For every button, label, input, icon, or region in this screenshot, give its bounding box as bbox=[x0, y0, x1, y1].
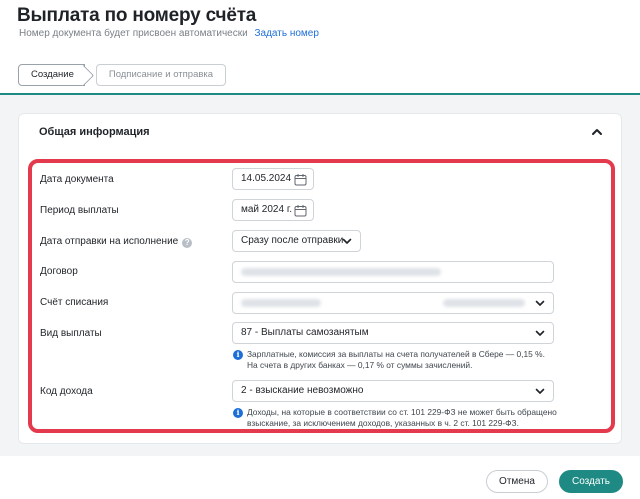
cancel-button[interactable]: Отмена bbox=[486, 470, 548, 493]
chevron-up-icon[interactable] bbox=[591, 127, 603, 137]
subtitle-row: Номер документа будет присвоен автоматич… bbox=[19, 28, 319, 39]
page-header: Выплата по номеру счёта Номер документа … bbox=[0, 0, 640, 95]
subtitle-text: Номер документа будет присвоен автоматич… bbox=[19, 28, 248, 39]
income-code-hint: i Доходы, на которые в соответствии со с… bbox=[233, 407, 557, 429]
create-button[interactable]: Создать bbox=[559, 470, 623, 493]
help-icon[interactable]: ? bbox=[182, 238, 193, 248]
tabs-divider bbox=[0, 93, 640, 95]
payment-period-label: Период выплаты bbox=[40, 205, 119, 216]
debit-account-label: Счёт списания bbox=[40, 297, 109, 308]
document-date-label: Дата документа bbox=[40, 174, 114, 185]
redacted-account-name bbox=[241, 299, 321, 307]
debit-account-select[interactable] bbox=[232, 292, 554, 314]
tab-sign-and-send[interactable]: Подписание и отправка bbox=[95, 64, 227, 86]
calendar-icon[interactable] bbox=[294, 173, 307, 186]
chevron-down-icon bbox=[535, 388, 545, 394]
page-title: Выплата по номеру счёта bbox=[17, 5, 257, 26]
income-code-hint-line2: взыскание, за исключением доходов, указа… bbox=[247, 418, 519, 428]
redacted-account-number bbox=[443, 299, 525, 307]
payment-type-label: Вид выплаты bbox=[40, 328, 102, 339]
payment-period-input[interactable]: май 2024 г. bbox=[232, 199, 314, 221]
send-date-label-text: Дата отправки на исполнение bbox=[40, 236, 179, 247]
tab-create[interactable]: Создание bbox=[18, 64, 85, 86]
income-code-label: Код дохода bbox=[40, 386, 93, 397]
info-icon: i bbox=[233, 408, 243, 418]
contract-input[interactable] bbox=[232, 261, 554, 283]
chevron-down-icon bbox=[535, 330, 545, 336]
payment-type-hint-line2: На счета в других банках — 0,17 % от сум… bbox=[247, 360, 473, 370]
payment-type-value: 87 - Выплаты самозанятым bbox=[241, 327, 369, 338]
send-date-value: Сразу после отправки bbox=[241, 235, 344, 246]
chevron-down-icon bbox=[535, 300, 545, 306]
document-date-value: 14.05.2024 bbox=[241, 173, 292, 184]
payment-type-hint-line1: Зарплатные, комиссия за выплаты на счета… bbox=[247, 349, 545, 359]
income-code-value: 2 - взыскание невозможно bbox=[241, 385, 364, 396]
send-date-select[interactable]: Сразу после отправки bbox=[232, 230, 361, 252]
section-title: Общая информация bbox=[39, 126, 150, 138]
calendar-icon[interactable] bbox=[294, 204, 307, 217]
info-icon: i bbox=[233, 350, 243, 360]
step-tabs: Создание Подписание и отправка bbox=[18, 64, 227, 86]
send-date-label: Дата отправки на исполнение? bbox=[40, 236, 193, 248]
income-code-hint-line1: Доходы, на которые в соответствии со ст.… bbox=[247, 407, 557, 417]
contract-label: Договор bbox=[40, 266, 78, 277]
set-number-link[interactable]: Задать номер bbox=[254, 28, 318, 39]
payment-period-value: май 2024 г. bbox=[241, 204, 293, 215]
document-date-input[interactable]: 14.05.2024 bbox=[232, 168, 314, 190]
payment-type-hint: i Зарплатные, комиссия за выплаты на сче… bbox=[233, 349, 545, 371]
redacted-contract-value bbox=[241, 268, 441, 276]
payment-type-select[interactable]: 87 - Выплаты самозанятым bbox=[232, 322, 554, 344]
chevron-down-icon bbox=[342, 238, 352, 244]
income-code-select[interactable]: 2 - взыскание невозможно bbox=[232, 380, 554, 402]
